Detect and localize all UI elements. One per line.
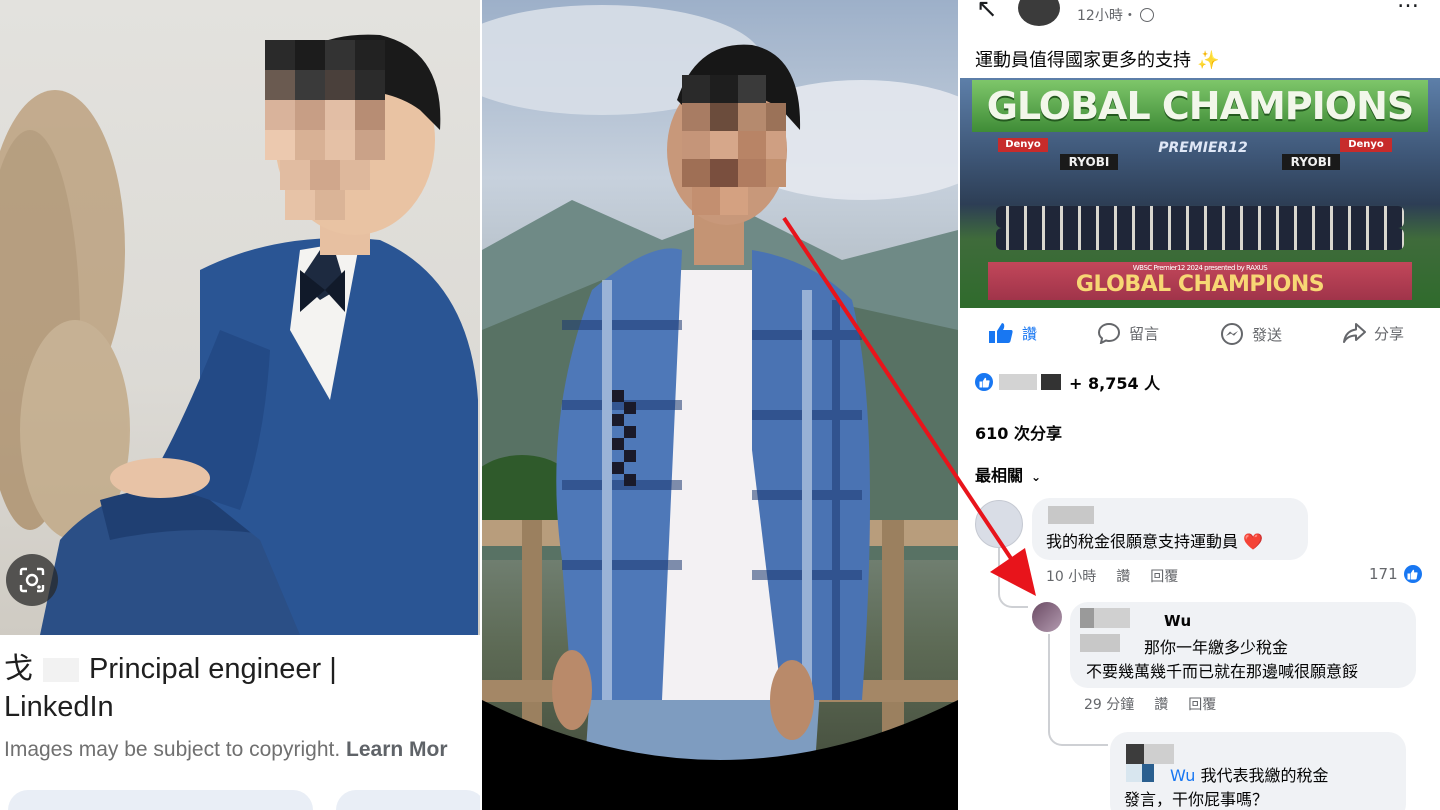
premier12-logo: PREMIER12 xyxy=(1158,140,1248,156)
result-title-text: Principal engineer | xyxy=(89,653,337,685)
copyright-text: Images may be subject to copyright. xyxy=(4,738,341,761)
denyo-ad: Denyo xyxy=(1340,138,1392,152)
comment-like-count[interactable]: 171 xyxy=(1369,565,1422,583)
comment-time: 10 小時 xyxy=(1046,569,1097,585)
sparkle-emoji: ✨ xyxy=(1197,50,1220,71)
redacted-name xyxy=(1080,608,1094,628)
redacted-name xyxy=(1144,744,1174,764)
redacted-name xyxy=(1048,506,1094,524)
reaction-summary[interactable]: + 8,754 人 xyxy=(975,370,1160,394)
heart-emoji: ❤️ xyxy=(1243,532,1264,551)
send-button[interactable]: 發送 xyxy=(1220,322,1282,346)
comment-meta: 10 小時 讚 回覆 xyxy=(1046,566,1198,586)
result-photo[interactable] xyxy=(0,0,480,635)
commenter-avatar[interactable] xyxy=(975,500,1023,548)
like-label: 讚 xyxy=(1022,324,1038,343)
reply-time: 29 分鐘 xyxy=(1084,697,1135,713)
comment-like-count-value: 171 xyxy=(1369,565,1398,583)
like-reaction-icon xyxy=(1403,565,1422,583)
action-chip[interactable] xyxy=(336,790,480,810)
redacted-name xyxy=(1126,744,1144,764)
page-avatar[interactable] xyxy=(1018,0,1060,26)
result-title-surname: 戈 xyxy=(4,653,34,685)
comment-like-link[interactable]: 讚 xyxy=(1116,566,1130,586)
comment-button[interactable]: 留言 xyxy=(1097,322,1159,344)
post-action-bar: 讚 留言 發送 分享 xyxy=(960,312,1440,352)
team-players xyxy=(996,206,1404,228)
send-label: 發送 xyxy=(1252,325,1283,344)
result-title-source: LinkedIn xyxy=(4,691,114,723)
globe-icon xyxy=(1139,8,1154,22)
reply-text-line2: 不要幾萬幾千而已就在那邊喊很願意餒 xyxy=(1086,662,1359,681)
comment-text: 我的稅金很願意支持運動員 ❤️ xyxy=(1046,532,1264,551)
reply-text-line1: 那你一年繳多少稅金 xyxy=(1144,638,1289,657)
reply-meta: 29 分鐘 讚 回覆 xyxy=(1084,694,1236,714)
facebook-post-panel: ↖ 12小時・ … 運動員值得國家更多的支持 ✨ GLOBAL CHAMPIONS… xyxy=(960,0,1440,810)
redacted-name xyxy=(43,658,80,683)
like-reaction-icon xyxy=(975,373,993,391)
action-chip[interactable] xyxy=(8,790,313,810)
profile-photo-panel xyxy=(482,0,958,810)
comment-reply-link[interactable]: 回覆 xyxy=(1150,566,1178,586)
messenger-icon xyxy=(1221,323,1243,345)
banner-global-champions: GLOBAL CHAMPIONS xyxy=(972,80,1428,132)
back-arrow-icon[interactable]: ↖ xyxy=(976,0,998,24)
redacted-mention xyxy=(1126,764,1142,782)
champions-sign-subtitle: WBSC Premier12 2024 presented by RAXUS xyxy=(1132,264,1268,272)
man-in-plaid-shirt-illustration xyxy=(482,5,958,810)
ryobi-ad: RYOBI xyxy=(1282,154,1340,170)
nested-reply-bubble: Wu 我代表我繳的稅金 發言，干你屁事嗎？ xyxy=(1110,732,1406,810)
redacted-name xyxy=(999,374,1037,390)
share-label: 分享 xyxy=(1374,324,1405,343)
image-search-result-panel: 戈 Principal engineer | LinkedIn Images ma… xyxy=(0,0,480,810)
comment-sort-dropdown[interactable]: 最相關 ⌄ xyxy=(975,462,1041,486)
redacted-mention xyxy=(1080,634,1120,652)
more-options-icon[interactable]: … xyxy=(1397,0,1420,13)
mention-link[interactable]: Wu xyxy=(1170,766,1195,785)
reaction-count: + 8,754 人 xyxy=(1069,374,1161,393)
post-photo[interactable]: GLOBAL CHAMPIONS PREMIER12 Denyo Denyo R… xyxy=(960,78,1440,308)
share-count[interactable]: 610 次分享 xyxy=(975,420,1062,444)
comment-bubble-icon xyxy=(1097,322,1121,344)
comment-label: 留言 xyxy=(1129,324,1160,343)
post-caption-text: 運動員值得國家更多的支持 xyxy=(975,50,1191,71)
replier-avatar[interactable] xyxy=(1032,602,1062,632)
redacted-mention xyxy=(1142,764,1154,782)
reply-reply-link[interactable]: 回覆 xyxy=(1188,694,1216,714)
learn-more-link[interactable]: Learn Mor xyxy=(346,738,448,761)
google-lens-icon[interactable] xyxy=(6,554,58,606)
team-players xyxy=(996,228,1404,250)
reply-like-link[interactable]: 讚 xyxy=(1154,694,1168,714)
post-header: ↖ 12小時・ … xyxy=(960,0,1440,32)
champions-sign-title: GLOBAL CHAMPIONS xyxy=(1075,272,1325,297)
reply-bubble: Wu 那你一年繳多少稅金 不要幾萬幾千而已就在那邊喊很願意餒 xyxy=(1070,602,1416,688)
replier-name[interactable]: Wu xyxy=(1164,612,1191,630)
post-caption: 運動員值得國家更多的支持 ✨ xyxy=(975,46,1219,72)
nested-reply-line2: 發言，干你屁事嗎？ xyxy=(1124,790,1269,809)
chevron-down-icon: ⌄ xyxy=(1031,470,1042,484)
champions-sign: WBSC Premier12 2024 presented by RAXUS G… xyxy=(988,262,1412,300)
sort-label: 最相關 xyxy=(975,466,1024,485)
copyright-notice: Images may be subject to copyright. Lear… xyxy=(4,738,448,762)
redacted-name xyxy=(1041,374,1061,390)
like-button[interactable]: 讚 xyxy=(988,322,1037,344)
denyo-ad: Denyo xyxy=(998,138,1048,152)
share-button[interactable]: 分享 xyxy=(1342,322,1404,344)
man-in-suit-illustration xyxy=(0,34,478,635)
thumbs-up-icon xyxy=(989,323,1013,343)
reply-thread-line xyxy=(998,548,1028,608)
redacted-name xyxy=(1094,608,1130,628)
post-timestamp: 12小時・ xyxy=(1077,5,1154,25)
result-title[interactable]: 戈 Principal engineer | LinkedIn xyxy=(4,650,474,726)
share-arrow-icon xyxy=(1343,323,1366,343)
ryobi-ad: RYOBI xyxy=(1060,154,1118,170)
profile-photo xyxy=(482,0,958,810)
comment-bubble: 我的稅金很願意支持運動員 ❤️ xyxy=(1032,498,1308,560)
nested-reply-line1: Wu 我代表我繳的稅金 xyxy=(1170,766,1329,785)
